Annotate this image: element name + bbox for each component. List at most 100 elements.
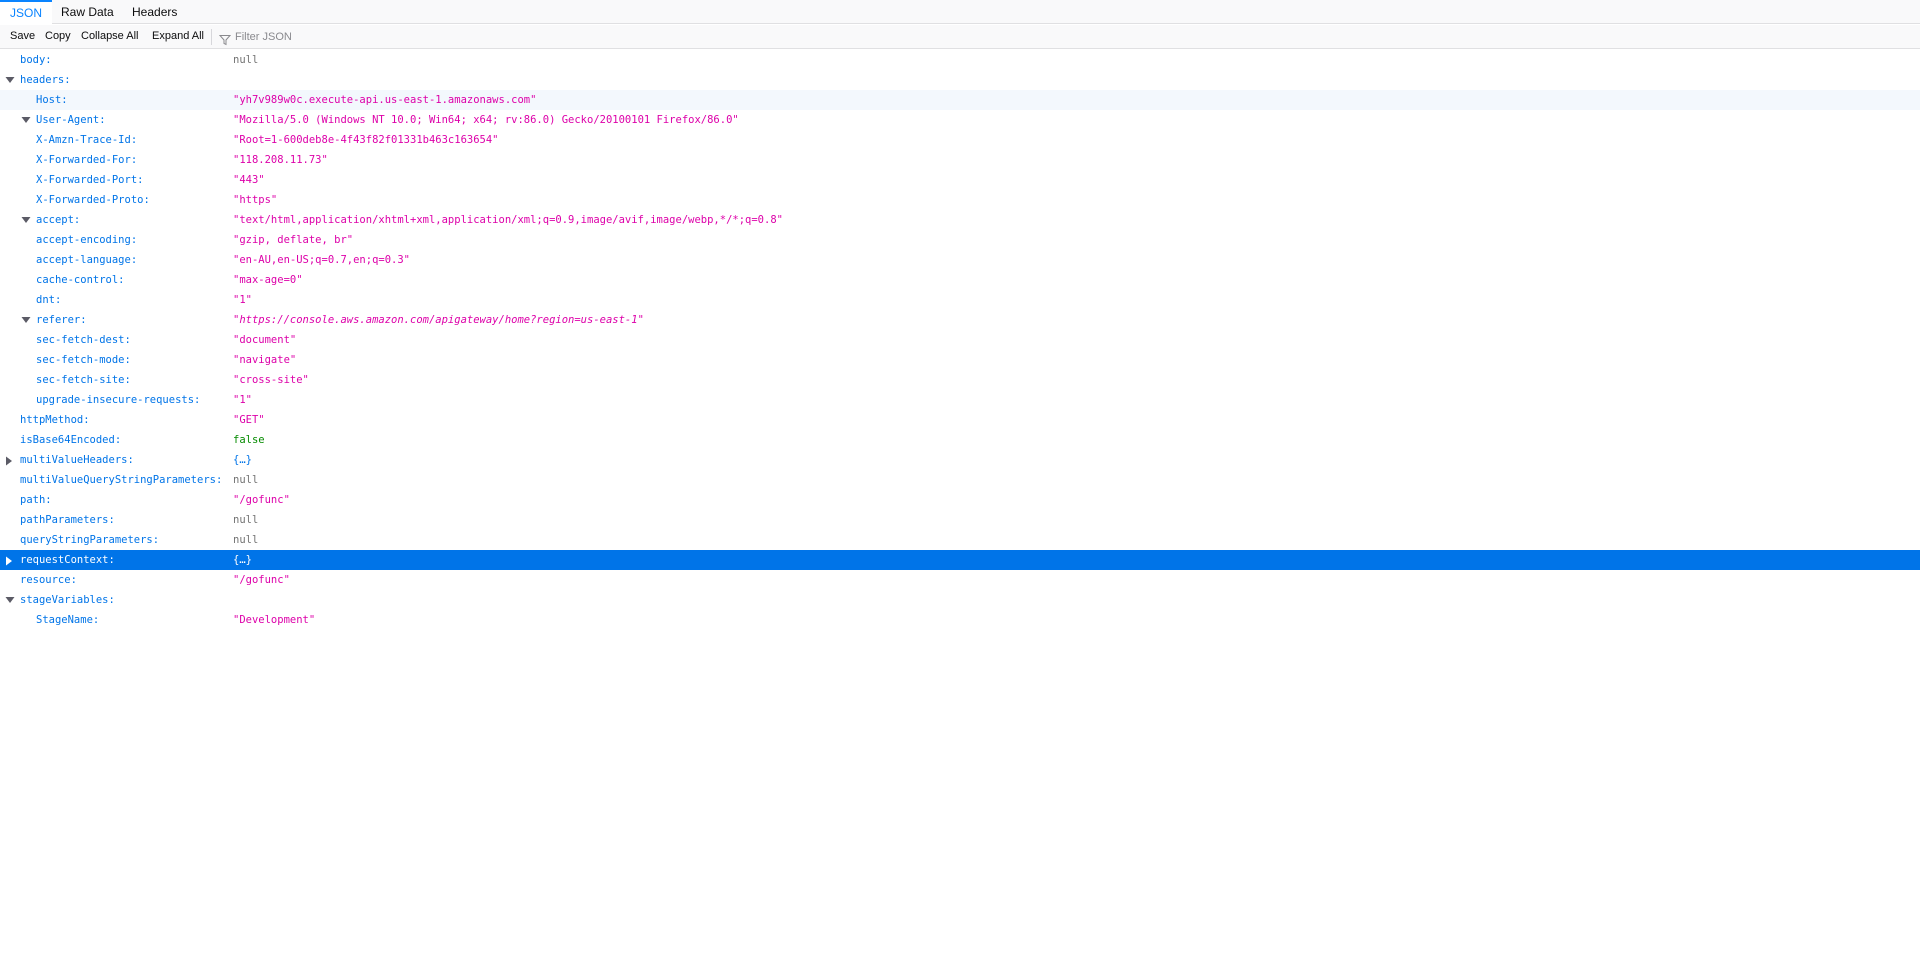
json-key: sec-fetch-mode:: [36, 354, 131, 366]
json-row[interactable]: queryStringParameters: null: [0, 530, 1920, 550]
json-row[interactable]: stageVariables:: [0, 590, 1920, 610]
json-value: "118.208.11.73": [233, 154, 328, 166]
json-row[interactable]: sec-fetch-dest: "document": [0, 330, 1920, 350]
json-toolbar: Save Copy Collapse All Expand All: [0, 25, 1920, 49]
expanded-twisty-icon[interactable]: [4, 70, 16, 90]
json-row[interactable]: pathParameters: null: [0, 510, 1920, 530]
expand-all-button[interactable]: Expand All: [152, 25, 204, 48]
json-value: "Development": [233, 614, 316, 626]
json-row[interactable]: referer: "https://console.aws.amazon.com/…: [0, 310, 1920, 330]
json-key: pathParameters:: [20, 514, 115, 526]
json-row[interactable]: multiValueHeaders: {…}: [0, 450, 1920, 470]
json-row[interactable]: sec-fetch-mode: "navigate": [0, 350, 1920, 370]
json-key: multiValueQueryStringParameters:: [20, 474, 223, 486]
json-key: isBase64Encoded:: [20, 434, 122, 446]
json-row[interactable]: StageName: "Development": [0, 610, 1920, 630]
json-key: resource:: [20, 574, 77, 586]
expanded-twisty-icon[interactable]: [20, 210, 32, 230]
expanded-twisty-icon[interactable]: [20, 310, 32, 330]
json-value: {…}: [233, 454, 252, 466]
json-value: "/gofunc": [233, 574, 290, 586]
json-key: cache-control:: [36, 274, 125, 286]
json-key: upgrade-insecure-requests:: [36, 394, 201, 406]
json-row[interactable]: Host: "yh7v989w0c.execute-api.us-east-1.a…: [0, 90, 1920, 110]
json-value: "gzip, deflate, br": [233, 234, 354, 246]
json-value: "yh7v989w0c.execute-api.us-east-1.amazon…: [233, 94, 537, 106]
json-value: "Mozilla/5.0 (Windows NT 10.0; Win64; x6…: [233, 114, 739, 126]
json-value: {…}: [233, 554, 252, 566]
json-row[interactable]: sec-fetch-site: "cross-site": [0, 370, 1920, 390]
json-key: headers:: [20, 74, 71, 86]
expanded-twisty-icon[interactable]: [20, 110, 32, 130]
json-value: "1": [233, 394, 252, 406]
json-row[interactable]: X-Amzn-Trace-Id: "Root=1-600deb8e-4f43f82…: [0, 130, 1920, 150]
json-key: StageName:: [36, 614, 100, 626]
json-row[interactable]: multiValueQueryStringParameters: null: [0, 470, 1920, 490]
json-tree: body: null headers: Host: "yh7v989w0c.execut…: [0, 50, 1920, 630]
json-key: accept:: [36, 214, 81, 226]
json-key: body:: [20, 54, 52, 66]
json-value: null: [233, 54, 259, 66]
json-value: "navigate": [233, 354, 297, 366]
json-value: "Root=1-600deb8e-4f43f82f01331b463c16365…: [233, 134, 499, 146]
json-row[interactable]: X-Forwarded-Port: "443": [0, 170, 1920, 190]
copy-button[interactable]: Copy: [45, 25, 71, 48]
json-key: sec-fetch-dest:: [36, 334, 131, 346]
json-key: queryStringParameters:: [20, 534, 160, 546]
json-key: User-Agent:: [36, 114, 106, 126]
tab-headers[interactable]: Headers: [122, 0, 187, 24]
json-key: sec-fetch-site:: [36, 374, 131, 386]
filter-json-input[interactable]: [233, 27, 637, 46]
json-row[interactable]: body: null: [0, 50, 1920, 70]
json-key: accept-encoding:: [36, 234, 138, 246]
json-value: false: [233, 434, 265, 446]
json-row[interactable]: dnt: "1": [0, 290, 1920, 310]
json-row[interactable]: resource: "/gofunc": [0, 570, 1920, 590]
json-key: dnt:: [36, 294, 62, 306]
json-value: "GET": [233, 414, 265, 426]
json-value: "443": [233, 174, 265, 186]
json-value: null: [233, 514, 259, 526]
json-row[interactable]: requestContext: {…}: [0, 550, 1920, 570]
json-value: "text/html,application/xhtml+xml,applica…: [233, 214, 783, 226]
json-value: "document": [233, 334, 297, 346]
json-key: accept-language:: [36, 254, 138, 266]
collapsed-twisty-icon[interactable]: [4, 450, 16, 470]
json-key: X-Forwarded-Proto:: [36, 194, 150, 206]
json-key: stageVariables:: [20, 594, 115, 606]
json-row[interactable]: X-Forwarded-For: "118.208.11.73": [0, 150, 1920, 170]
json-row[interactable]: cache-control: "max-age=0": [0, 270, 1920, 290]
json-key: X-Forwarded-Port:: [36, 174, 144, 186]
json-value: "en-AU,en-US;q=0.7,en;q=0.3": [233, 254, 411, 266]
json-value: "cross-site": [233, 374, 309, 386]
expanded-twisty-icon[interactable]: [4, 590, 16, 610]
collapsed-twisty-icon[interactable]: [4, 550, 16, 570]
toolbar-separator: [211, 29, 212, 45]
json-row[interactable]: accept: "text/html,application/xhtml+xml,…: [0, 210, 1920, 230]
json-row[interactable]: isBase64Encoded: false: [0, 430, 1920, 450]
json-value: null: [233, 474, 259, 486]
json-row[interactable]: upgrade-insecure-requests: "1": [0, 390, 1920, 410]
tab-json[interactable]: JSON: [0, 0, 53, 24]
json-row[interactable]: X-Forwarded-Proto: "https": [0, 190, 1920, 210]
json-row[interactable]: accept-encoding: "gzip, deflate, br": [0, 230, 1920, 250]
json-key: X-Forwarded-For:: [36, 154, 138, 166]
save-button[interactable]: Save: [10, 25, 35, 48]
json-key: httpMethod:: [20, 414, 90, 426]
tab-raw-data[interactable]: Raw Data: [51, 0, 124, 24]
funnel-icon: [218, 31, 232, 46]
json-row[interactable]: headers:: [0, 70, 1920, 90]
json-row[interactable]: httpMethod: "GET": [0, 410, 1920, 430]
json-key: requestContext:: [20, 554, 115, 566]
json-key: path:: [20, 494, 52, 506]
json-value: "1": [233, 294, 252, 306]
json-value: "https": [233, 194, 278, 206]
json-value: "max-age=0": [233, 274, 303, 286]
tab-bar: JSON Raw Data Headers: [0, 0, 1920, 24]
collapse-all-button[interactable]: Collapse All: [81, 25, 138, 48]
json-key: X-Amzn-Trace-Id:: [36, 134, 138, 146]
json-key: multiValueHeaders:: [20, 454, 134, 466]
json-row[interactable]: path: "/gofunc": [0, 490, 1920, 510]
json-row[interactable]: User-Agent: "Mozilla/5.0 (Windows NT 10.0…: [0, 110, 1920, 130]
json-row[interactable]: accept-language: "en-AU,en-US;q=0.7,en;q=…: [0, 250, 1920, 270]
